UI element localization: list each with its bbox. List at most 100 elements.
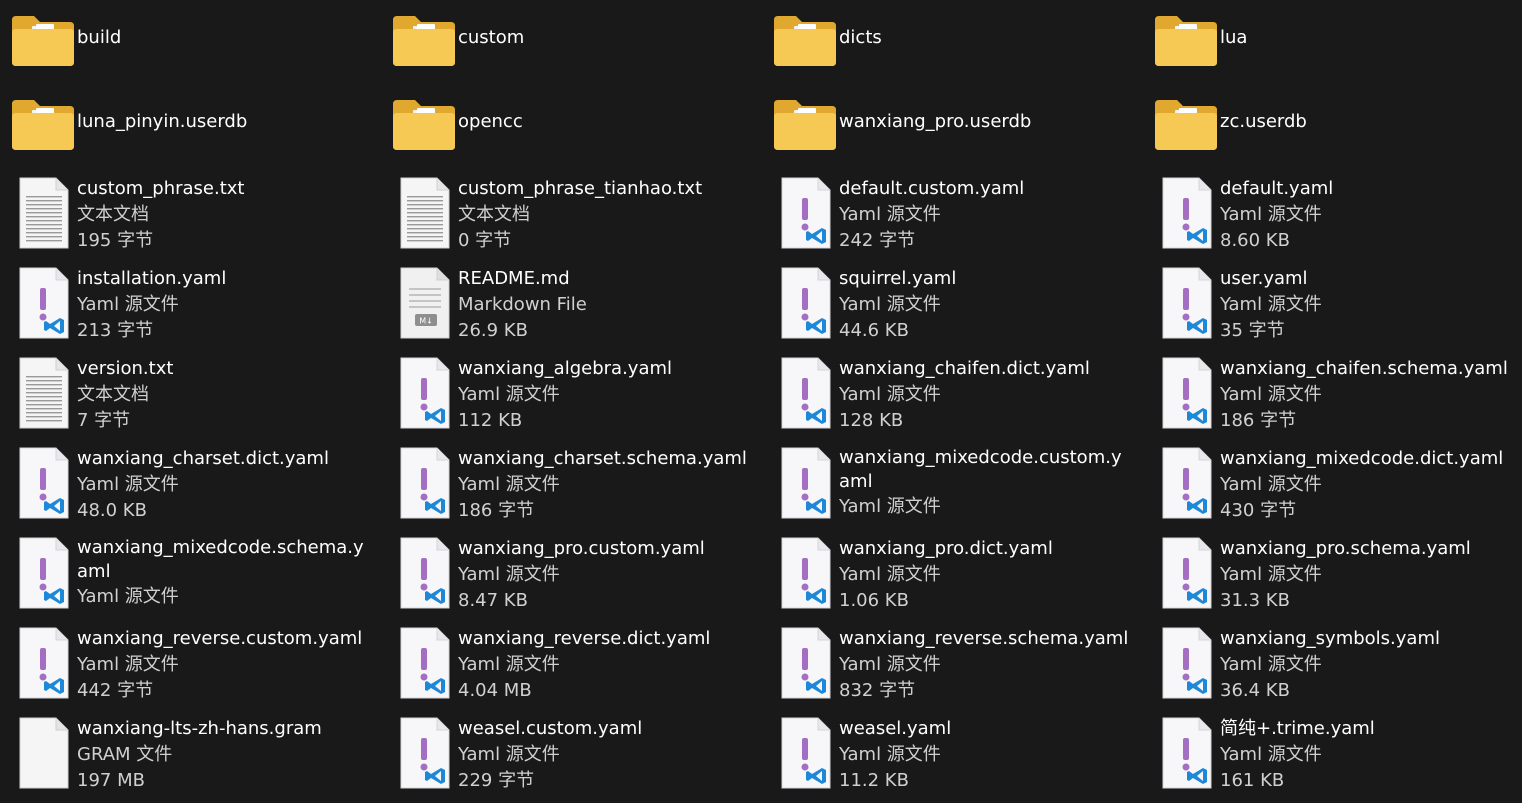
item-size: 0 字节 <box>458 230 512 251</box>
folder-icon <box>391 96 457 170</box>
text-file-icon <box>391 176 457 250</box>
file-item[interactable]: version.txt 文本文档 7 字节 <box>0 356 370 440</box>
yaml-file-icon <box>10 536 76 610</box>
item-type: Yaml 源文件 <box>839 204 941 225</box>
item-details: version.txt 文本文档 7 字节 <box>77 356 367 434</box>
item-type: 文本文档 <box>77 384 149 405</box>
item-name: lua <box>1220 27 1248 48</box>
yaml-file-icon <box>772 356 838 430</box>
item-name: weasel.custom.yaml <box>458 718 643 739</box>
item-size: 7 字节 <box>77 410 131 431</box>
item-type: Yaml 源文件 <box>458 564 560 585</box>
yaml-file-icon <box>1153 176 1219 250</box>
item-name: version.txt <box>77 358 174 379</box>
file-item[interactable]: squirrel.yaml Yaml 源文件 44.6 KB <box>762 266 1132 350</box>
item-type: Yaml 源文件 <box>458 384 560 405</box>
folder-item[interactable]: lua <box>1143 12 1513 96</box>
item-size: 186 字节 <box>458 500 535 521</box>
item-details: 简纯+.trime.yaml Yaml 源文件 161 KB <box>1220 716 1510 794</box>
file-item[interactable]: wanxiang_chaifen.schema.yaml Yaml 源文件 186 … <box>1143 356 1513 440</box>
item-name: README.md <box>458 268 570 289</box>
folder-item[interactable]: dicts <box>762 12 1132 96</box>
file-item[interactable]: wanxiang_reverse.custom.yaml Yaml 源文件 442 … <box>0 626 370 710</box>
yaml-file-icon <box>10 446 76 520</box>
item-details: wanxiang_pro.userdb <box>839 109 1129 135</box>
file-item[interactable]: user.yaml Yaml 源文件 35 字节 <box>1143 266 1513 350</box>
item-details: README.md Markdown File 26.9 KB <box>458 266 748 344</box>
markdown-file-icon: M↓ <box>391 266 457 340</box>
item-name: custom_phrase.txt <box>77 178 245 199</box>
item-name: wanxiang_mixedcode.dict.yaml <box>1220 448 1504 469</box>
item-size: 195 字节 <box>77 230 154 251</box>
file-item[interactable]: weasel.yaml Yaml 源文件 11.2 KB <box>762 716 1132 800</box>
item-size: 197 MB <box>77 770 145 791</box>
item-details: installation.yaml Yaml 源文件 213 字节 <box>77 266 367 344</box>
folder-item[interactable]: opencc <box>381 96 751 180</box>
item-name: wanxiang_pro.custom.yaml <box>458 538 705 559</box>
yaml-file-icon <box>772 536 838 610</box>
file-item[interactable]: wanxiang_symbols.yaml Yaml 源文件 36.4 KB <box>1143 626 1513 710</box>
file-item[interactable]: wanxiang_pro.schema.yaml Yaml 源文件 31.3 KB <box>1143 536 1513 620</box>
folder-item[interactable]: wanxiang_pro.userdb <box>762 96 1132 180</box>
folder-item[interactable]: luna_pinyin.userdb <box>0 96 370 180</box>
file-item[interactable]: weasel.custom.yaml Yaml 源文件 229 字节 <box>381 716 751 800</box>
file-item[interactable]: wanxiang-lts-zh-hans.gram GRAM 文件 197 MB <box>0 716 370 800</box>
file-grid: build custom dicts lua luna_pinyin.userd… <box>0 0 1522 803</box>
item-details: dicts <box>839 25 1129 51</box>
file-item[interactable]: 简纯+.trime.yaml Yaml 源文件 161 KB <box>1143 716 1513 800</box>
file-item[interactable]: custom_phrase.txt 文本文档 195 字节 <box>0 176 370 260</box>
item-details: wanxiang_pro.schema.yaml Yaml 源文件 31.3 KB <box>1220 536 1510 614</box>
item-name: luna_pinyin.userdb <box>77 111 248 132</box>
file-item[interactable]: custom_phrase_tianhao.txt 文本文档 0 字节 <box>381 176 751 260</box>
item-details: wanxiang_reverse.dict.yaml Yaml 源文件 4.04 M… <box>458 626 748 704</box>
file-item[interactable]: wanxiang_pro.custom.yaml Yaml 源文件 8.47 KB <box>381 536 751 620</box>
item-size: 4.04 MB <box>458 680 532 701</box>
file-item[interactable]: wanxiang_pro.dict.yaml Yaml 源文件 1.06 KB <box>762 536 1132 620</box>
file-item[interactable]: default.yaml Yaml 源文件 8.60 KB <box>1143 176 1513 260</box>
file-item[interactable]: installation.yaml Yaml 源文件 213 字节 <box>0 266 370 350</box>
item-details: lua <box>1220 25 1510 51</box>
yaml-file-icon <box>391 446 457 520</box>
item-details: wanxiang_mixedcode.dict.yaml Yaml 源文件 430 … <box>1220 446 1510 524</box>
folder-item[interactable]: build <box>0 12 370 96</box>
file-item[interactable]: wanxiang_reverse.dict.yaml Yaml 源文件 4.04 M… <box>381 626 751 710</box>
folder-item[interactable]: zc.userdb <box>1143 96 1513 180</box>
item-type: Yaml 源文件 <box>458 744 560 765</box>
yaml-file-icon <box>391 626 457 700</box>
folder-item[interactable]: custom <box>381 12 751 96</box>
file-item[interactable]: wanxiang_reverse.schema.yaml Yaml 源文件 832 … <box>762 626 1132 710</box>
item-size: 186 字节 <box>1220 410 1297 431</box>
file-item[interactable]: wanxiang_mixedcode.schema.yaml Yaml 源文件 <box>0 536 370 620</box>
item-details: user.yaml Yaml 源文件 35 字节 <box>1220 266 1510 344</box>
item-type: Yaml 源文件 <box>1220 474 1322 495</box>
item-size: 229 字节 <box>458 770 535 791</box>
file-item[interactable]: wanxiang_charset.schema.yaml Yaml 源文件 186 … <box>381 446 751 530</box>
item-type: Yaml 源文件 <box>839 384 941 405</box>
file-item[interactable]: wanxiang_mixedcode.custom.yaml Yaml 源文件 <box>762 446 1132 530</box>
item-name: user.yaml <box>1220 268 1308 289</box>
file-item[interactable]: wanxiang_mixedcode.dict.yaml Yaml 源文件 430 … <box>1143 446 1513 530</box>
item-size: 242 字节 <box>839 230 916 251</box>
yaml-file-icon <box>391 536 457 610</box>
item-name: wanxiang_pro.schema.yaml <box>1220 538 1471 559</box>
item-size: 44.6 KB <box>839 320 909 341</box>
file-item[interactable]: default.custom.yaml Yaml 源文件 242 字节 <box>762 176 1132 260</box>
text-file-icon <box>10 356 76 430</box>
item-name: wanxiang_reverse.dict.yaml <box>458 628 711 649</box>
item-details: squirrel.yaml Yaml 源文件 44.6 KB <box>839 266 1129 344</box>
item-name: wanxiang_reverse.schema.yaml <box>839 628 1129 649</box>
item-name: wanxiang_chaifen.schema.yaml <box>1220 358 1508 379</box>
file-item[interactable]: wanxiang_charset.dict.yaml Yaml 源文件 48.0 K… <box>0 446 370 530</box>
yaml-file-icon <box>1153 626 1219 700</box>
file-item[interactable]: wanxiang_chaifen.dict.yaml Yaml 源文件 128 KB <box>762 356 1132 440</box>
file-item[interactable]: M↓ README.md Markdown File 26.9 KB <box>381 266 751 350</box>
item-type: GRAM 文件 <box>77 744 173 765</box>
file-item[interactable]: wanxiang_algebra.yaml Yaml 源文件 112 KB <box>381 356 751 440</box>
item-size: 112 KB <box>458 410 523 431</box>
item-details: wanxiang_symbols.yaml Yaml 源文件 36.4 KB <box>1220 626 1510 704</box>
item-name: dicts <box>839 27 882 48</box>
item-size: 430 字节 <box>1220 500 1297 521</box>
item-details: wanxiang_pro.custom.yaml Yaml 源文件 8.47 KB <box>458 536 748 614</box>
item-type: Yaml 源文件 <box>839 294 941 315</box>
folder-icon <box>10 12 76 86</box>
